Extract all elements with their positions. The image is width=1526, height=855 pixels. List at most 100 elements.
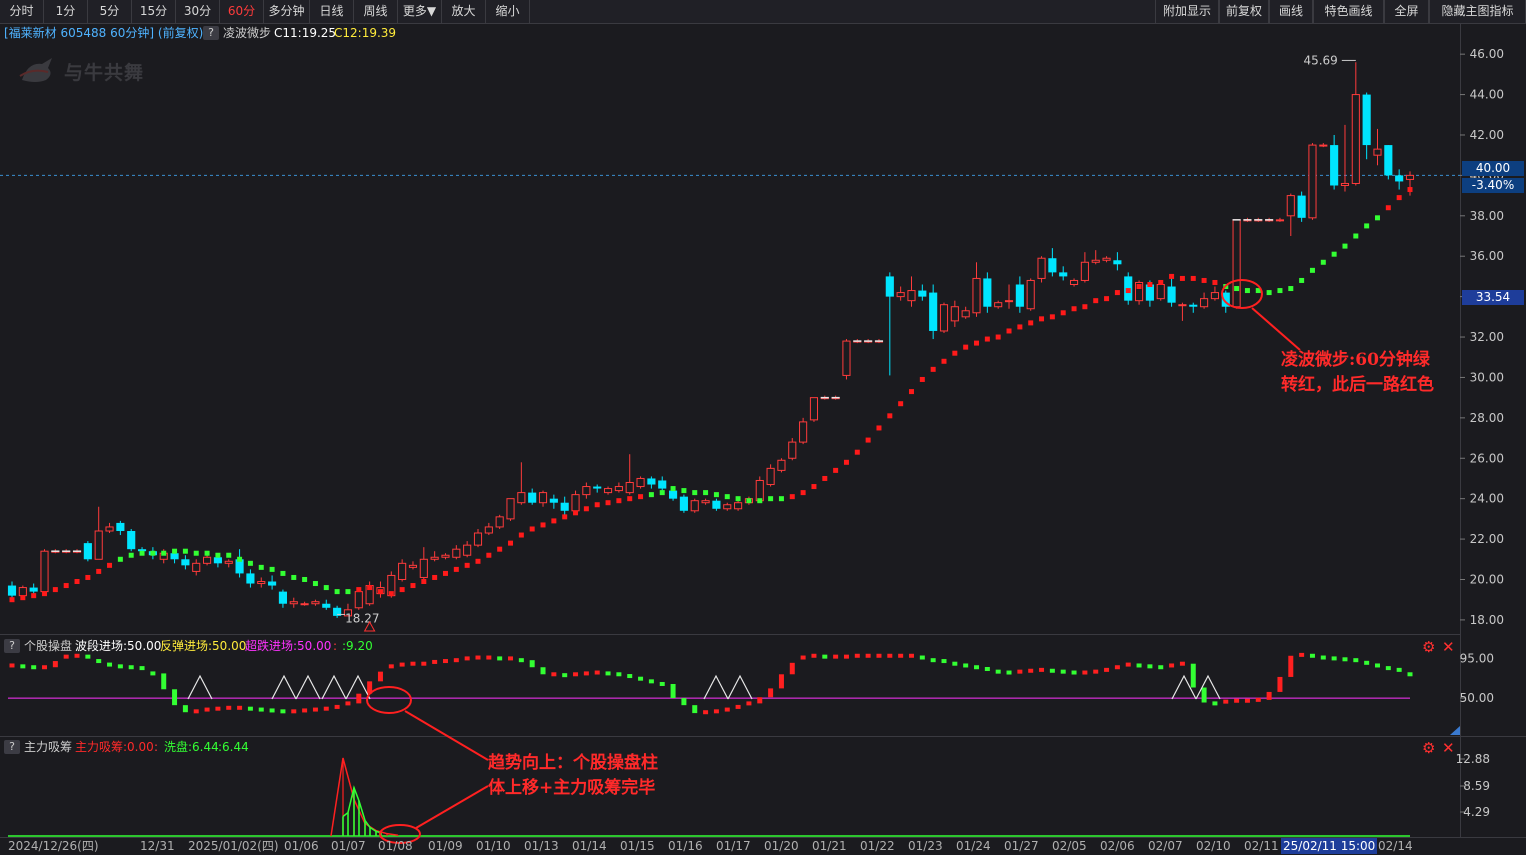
kline-chart[interactable]: 46.0044.0042.0040.0038.0036.0034.0032.00… [0,0,1526,855]
trail-dot [941,358,947,364]
trail-dot [432,574,438,580]
candle-body [896,292,905,298]
trail-dot [638,494,644,500]
oscillator-bar [226,705,232,710]
sub2-help-button[interactable]: ? [4,740,20,754]
trail-dot [648,492,654,498]
time-axis-label: 02/11 [1244,839,1279,853]
oscillator-bar [1234,698,1240,703]
trail-dot [96,568,102,574]
sub1-close-icon[interactable]: ✕ [1442,639,1455,655]
candle-body [408,564,418,568]
oscillator-bar [1104,667,1110,672]
candle [788,438,797,461]
sub2-accum-value: 主力吸筹:0.00 [75,740,154,754]
candle [636,476,645,489]
annotation-lingbo-line1: 凌波微步:60分钟绿 [1281,350,1430,370]
sub1-help-button[interactable]: ? [4,639,20,653]
candle-body [29,587,38,592]
price-axis-label: 30.00 [1470,370,1504,384]
trail-dot [453,566,459,572]
trail-dot [377,589,383,595]
trail-dot [778,496,784,502]
oscillator-bar [150,671,156,676]
candle-body [1330,145,1339,186]
trail-dot [984,336,990,342]
oscillator-bar [85,654,91,659]
trail-dot [1396,195,1402,201]
trail-dot [594,502,600,508]
candle-body [755,479,764,502]
oscillator-bar [876,653,882,658]
candle [452,545,461,560]
sub1-chaodie-value: 超跌进场:50.00 [245,639,332,653]
oscillator-bar [193,709,199,714]
candle [907,276,916,307]
oscillator-bar [9,663,15,668]
candle-body [1275,219,1285,222]
sub1-extra-value: :9.20 [342,639,373,653]
sub2-colon: : [154,740,159,754]
candle-body [83,543,92,560]
candle-body [571,494,580,512]
candle-body [40,550,49,593]
trail-dot [193,550,199,556]
candle [1286,193,1295,237]
oscillator-bar [735,704,741,709]
trail-dot [898,401,904,407]
candle [181,555,190,570]
sub2-settings-gear-icon[interactable]: ⚙ [1422,740,1435,756]
trail-dot [1331,251,1337,257]
time-axis-label: 02/07 [1148,839,1183,853]
trail-dot [388,591,394,597]
time-axis-label: 02/05 [1052,839,1087,853]
oscillator-bar [865,653,871,658]
trail-dot [540,522,546,528]
oscillator-peak-triangle [321,674,347,700]
trail-dot [1299,277,1305,283]
trail-dot [681,488,687,494]
trail-dot [746,498,752,504]
candle [441,553,450,560]
oscillator-bar [1331,656,1337,661]
candle-body [289,601,298,605]
sub1-settings-gear-icon[interactable]: ⚙ [1422,639,1435,655]
oscillator-bar [1071,670,1077,675]
candle-body [582,486,591,496]
candle [398,559,407,582]
trail-dot [74,579,80,585]
trail-dot [204,550,210,556]
oscillator-bar [475,655,481,660]
oscillator-bar [1006,670,1012,675]
oscillator-bar [746,701,752,706]
trail-dot [692,490,698,496]
time-axis-label: 01/16 [668,839,703,853]
oscillator-bar [1049,668,1055,673]
candle [1026,278,1035,311]
trail-dot [1049,314,1055,320]
oscillator-bar [518,658,524,663]
oscillator-bar [237,705,243,710]
trail-dot [703,490,709,496]
candle-body [538,492,548,504]
candle-body [1113,260,1122,265]
candle [506,498,515,521]
trail-dot [908,389,914,395]
oscillator-bar [551,672,557,677]
candle [549,494,558,509]
candle [408,561,418,570]
sub2-close-icon[interactable]: ✕ [1442,740,1455,756]
sub1-fantan-value: 反弹进场:50.00 [160,639,247,653]
candle [723,502,732,511]
oscillator-bar [789,662,795,675]
sub1-name[interactable]: 个股操盘 [24,638,72,654]
oscillator-bar [724,707,730,712]
trail-dot [182,548,188,554]
time-axis-label: 01/10 [476,839,511,853]
candle-body [1297,195,1306,218]
high-price-label: 45.69 [1303,53,1337,67]
candle-body [1091,259,1100,263]
trail-dot [768,496,774,502]
sub2-name[interactable]: 主力吸筹 [24,739,72,755]
oscillator-bar [334,704,340,709]
